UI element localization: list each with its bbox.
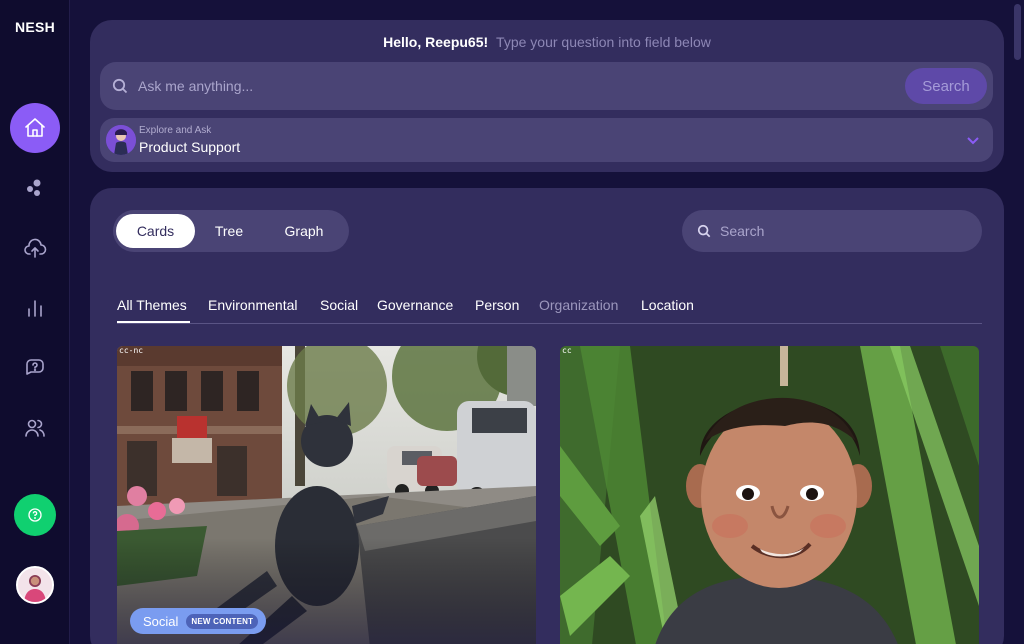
greeting-hint: Type your question into field below [496, 34, 711, 50]
search-icon [112, 78, 128, 94]
card-image [560, 346, 979, 644]
view-cards-button[interactable]: Cards [116, 214, 195, 248]
search-icon [697, 224, 711, 238]
assistant-select[interactable]: Explore and Ask Product Support [100, 118, 993, 162]
help-icon [28, 508, 42, 522]
ask-panel: Hello, Reepu65! Type your question into … [90, 20, 1004, 172]
help-button[interactable] [14, 494, 56, 536]
new-content-badge: NEW CONTENT [186, 613, 259, 629]
tab-environmental[interactable]: Environmental [208, 297, 298, 313]
tab-all-themes[interactable]: All Themes [117, 297, 187, 313]
user-avatar[interactable] [16, 566, 54, 604]
assistant-name: Product Support [139, 139, 241, 155]
assistant-avatar [106, 125, 136, 155]
tab-organization[interactable]: Organization [539, 297, 618, 313]
users-icon [25, 419, 45, 437]
ask-input[interactable] [138, 76, 838, 96]
tab-location[interactable]: Location [641, 297, 694, 313]
content-card[interactable]: cc-nc Social NEW CONTENT [117, 346, 536, 644]
sidebar-item-questions[interactable] [10, 343, 60, 393]
scrollbar-thumb[interactable] [1014, 4, 1021, 60]
view-graph-button[interactable]: Graph [279, 214, 329, 248]
tab-governance[interactable]: Governance [377, 297, 453, 313]
theme-tabs: All Themes Environmental Social Governan… [117, 294, 982, 324]
sidebar-item-analytics[interactable] [10, 283, 60, 333]
license-mark: cc-nc [119, 346, 144, 355]
cloud-upload-icon [24, 238, 47, 258]
chat-question-icon [26, 359, 44, 375]
tab-person[interactable]: Person [475, 297, 519, 313]
theme-tag-label: Social [143, 613, 179, 629]
circles-icon [27, 179, 41, 196]
app-logo[interactable]: NESH [0, 19, 70, 35]
sidebar-item-home[interactable] [10, 103, 60, 153]
ask-search-button[interactable]: Search [905, 68, 987, 104]
sidebar-item-upload[interactable] [10, 223, 60, 273]
view-tree-button[interactable]: Tree [209, 214, 249, 248]
content-search-input[interactable] [720, 222, 960, 240]
sidebar-item-users[interactable] [10, 403, 60, 453]
license-mark: cc [562, 346, 572, 355]
greeting: Hello, Reepu65! Type your question into … [90, 34, 1004, 50]
theme-tag[interactable]: Social NEW CONTENT [130, 608, 267, 634]
home-icon [25, 118, 45, 137]
sidebar: NESH [0, 0, 70, 644]
view-toggle: Cards Tree Graph [113, 210, 349, 252]
chevron-down-icon[interactable] [965, 132, 981, 148]
ask-bar: Search [100, 62, 993, 110]
sidebar-item-clusters[interactable] [10, 163, 60, 213]
content-search [682, 210, 982, 252]
page-scrollbar[interactable] [1010, 0, 1024, 644]
assistant-caption: Explore and Ask [139, 125, 212, 136]
card-image [117, 346, 536, 644]
tab-social[interactable]: Social [320, 297, 358, 313]
content-panel: Cards Tree Graph All Themes Environmenta… [90, 188, 1004, 644]
greeting-name: Hello, Reepu65! [383, 34, 489, 50]
bar-chart-icon [28, 300, 42, 317]
active-tab-underline [117, 321, 190, 323]
content-card[interactable]: cc [560, 346, 979, 644]
